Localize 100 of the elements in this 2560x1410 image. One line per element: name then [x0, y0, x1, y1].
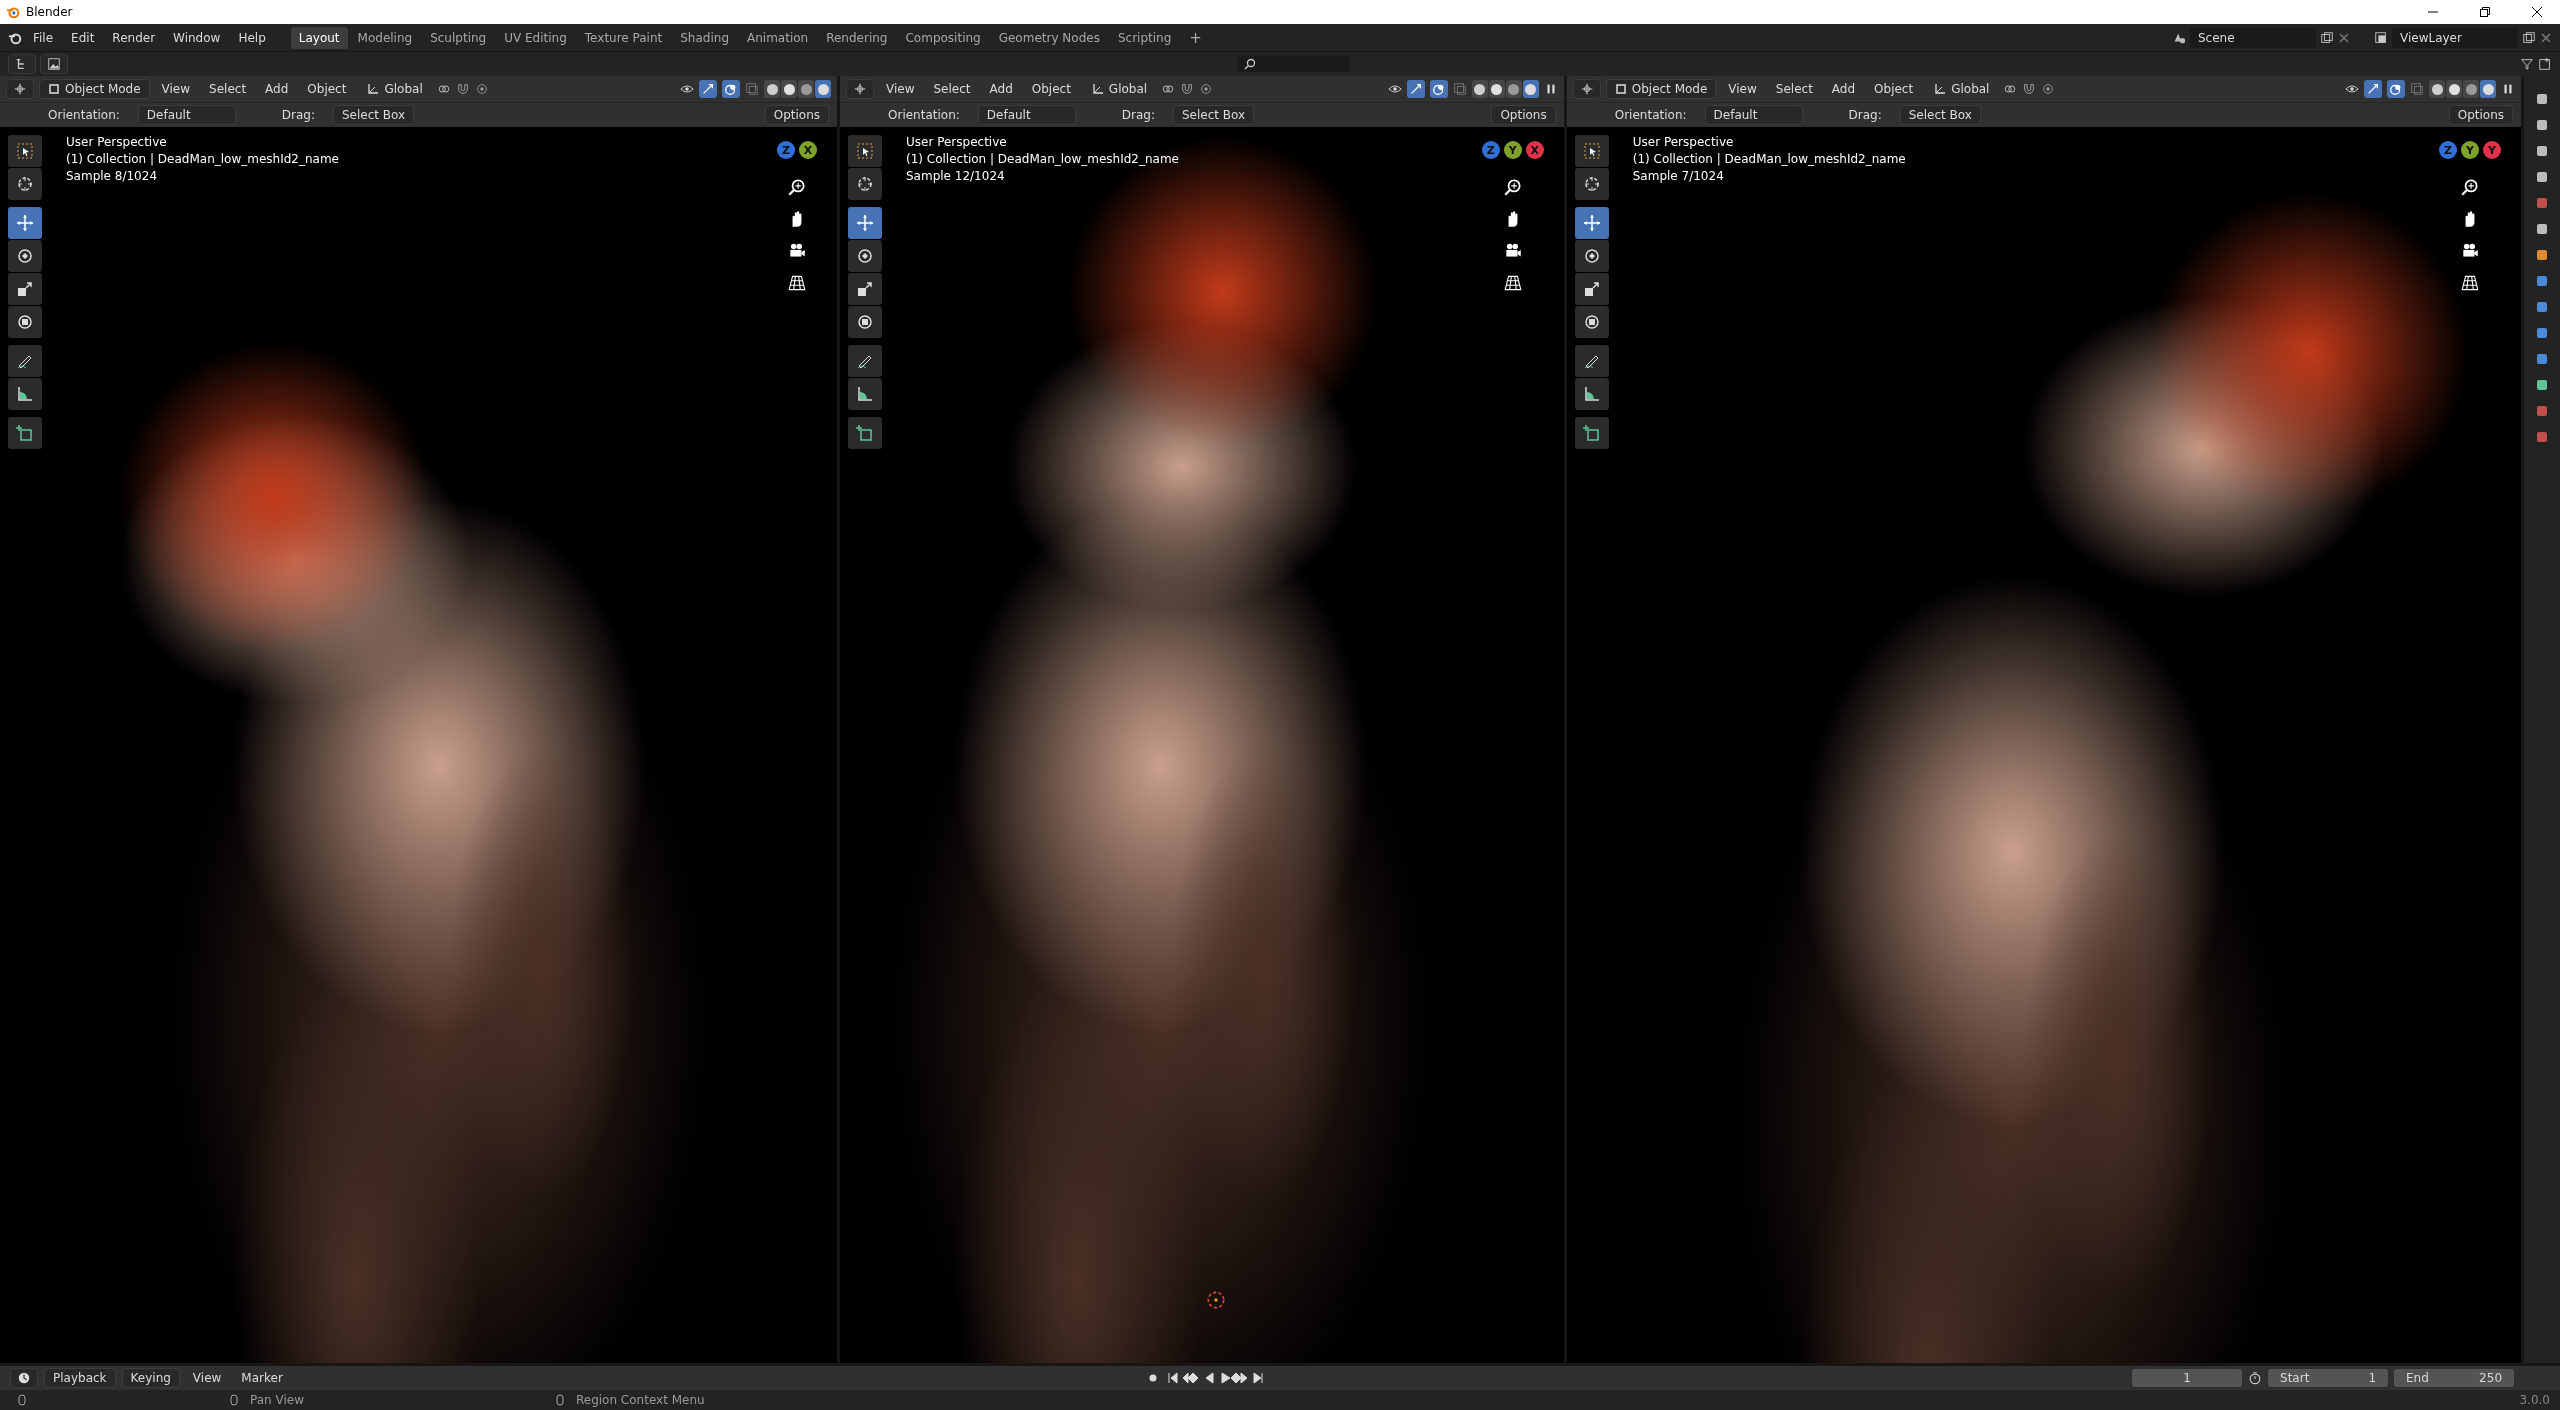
close-icon[interactable]	[2531, 6, 2543, 18]
grid-icon[interactable]	[1502, 273, 1523, 293]
shading-mode-button[interactable]	[1488, 80, 1505, 98]
options-dropdown[interactable]: Options	[764, 105, 829, 125]
link-icon[interactable]	[1161, 82, 1176, 96]
workspace-tab[interactable]: Scripting	[1109, 26, 1180, 49]
workspace-tab[interactable]: Compositing	[897, 26, 989, 49]
menu-item[interactable]: Object	[300, 79, 354, 99]
shading-mode-button[interactable]	[1522, 80, 1539, 98]
tool-button[interactable]	[1574, 207, 1609, 239]
copy-icon[interactable]	[2522, 30, 2536, 45]
tool-button[interactable]	[1574, 417, 1609, 449]
menu-item[interactable]: View	[879, 79, 922, 99]
tool-button[interactable]	[1574, 168, 1609, 200]
drag-dropdown[interactable]: Select Box	[333, 105, 415, 125]
shading-mode-button[interactable]	[2480, 80, 2496, 98]
menu-item[interactable]: Keying	[121, 1368, 180, 1388]
image-button[interactable]	[40, 54, 68, 74]
tool-button[interactable]	[8, 306, 42, 338]
workspace-tab[interactable]: UV Editing	[496, 26, 575, 49]
tool-button[interactable]	[1574, 306, 1609, 338]
workspace-tab[interactable]: Sculpting	[422, 26, 495, 49]
menu-item[interactable]: View	[1721, 79, 1764, 99]
grid-icon[interactable]	[2460, 273, 2480, 293]
orientation-dropdown[interactable]: Global	[1082, 79, 1157, 99]
new-window-icon[interactable]	[2538, 57, 2552, 71]
editor-type-button[interactable]	[1572, 79, 1601, 99]
mode-dropdown[interactable]: Object Mode	[39, 79, 150, 99]
visibility-icon[interactable]	[2345, 82, 2359, 96]
drag-dropdown[interactable]: Select Box	[1899, 105, 1981, 125]
shading-mode-button[interactable]	[764, 80, 780, 98]
gizmo-toggle[interactable]	[1406, 80, 1425, 98]
mode-dropdown[interactable]: Object Mode	[1605, 79, 1717, 99]
shading-mode-button[interactable]	[2446, 80, 2462, 98]
workspace-tab[interactable]: Shading	[672, 26, 737, 49]
zoom-icon[interactable]	[787, 177, 807, 197]
tool-button[interactable]	[848, 273, 882, 305]
grid-icon[interactable]	[787, 273, 807, 293]
tool-button[interactable]	[848, 306, 882, 338]
menu-item[interactable]: Select	[1768, 79, 1820, 99]
menu-item[interactable]: Render	[105, 27, 163, 48]
scene-field[interactable]: Scene	[2190, 27, 2316, 48]
menu-item[interactable]: Add	[1824, 79, 1863, 99]
zoom-icon[interactable]	[2460, 177, 2480, 197]
options-dropdown[interactable]: Options	[2448, 105, 2513, 125]
menu-item[interactable]: Object	[1024, 79, 1078, 99]
orientation-dropdown[interactable]: Default	[977, 105, 1076, 125]
gizmo-toggle[interactable]	[2364, 80, 2382, 98]
visibility-icon[interactable]	[1387, 82, 1402, 96]
orientation-dropdown[interactable]: Global	[1925, 79, 1999, 99]
workspace-tab[interactable]: Modeling	[349, 26, 421, 49]
add-workspace-button[interactable]: +	[1181, 28, 1210, 47]
orientation-dropdown[interactable]: Global	[358, 79, 432, 99]
workspace-tab[interactable]: Animation	[739, 26, 817, 49]
overlay-toggle[interactable]	[2387, 80, 2405, 98]
tool-button[interactable]	[8, 378, 42, 410]
shading-mode-button[interactable]	[2429, 80, 2445, 98]
xray-icon[interactable]	[2410, 82, 2424, 96]
end-frame-field[interactable]: End 250	[2394, 1369, 2514, 1387]
options-dropdown[interactable]: Options	[1491, 105, 1556, 125]
workspace-tab[interactable]: Layout	[290, 26, 348, 49]
view-layer-field[interactable]: ViewLayer	[2392, 27, 2518, 48]
menu-item[interactable]: View	[154, 79, 198, 99]
xray-icon[interactable]	[745, 82, 759, 96]
menu-item[interactable]: Edit	[64, 27, 102, 48]
xray-icon[interactable]	[1452, 82, 1467, 96]
restore-icon[interactable]	[2479, 6, 2491, 18]
axis-gizmo[interactable]: Z Y Y	[2433, 135, 2507, 165]
editor-type-button[interactable]	[10, 1368, 38, 1388]
tool-button[interactable]	[8, 168, 42, 200]
layers-icon[interactable]	[2374, 30, 2388, 45]
link-icon[interactable]	[436, 82, 451, 96]
tool-button[interactable]	[1574, 273, 1609, 305]
workspace-tab[interactable]: Rendering	[818, 26, 896, 49]
proportional-icon[interactable]	[2041, 82, 2056, 96]
menu-item[interactable]: Select	[202, 79, 254, 99]
overlay-toggle[interactable]	[1429, 80, 1448, 98]
tool-button[interactable]	[8, 345, 42, 377]
tool-button[interactable]	[848, 378, 882, 410]
search-field[interactable]	[1238, 56, 1350, 72]
shading-mode-button[interactable]	[815, 80, 831, 98]
zoom-icon[interactable]	[1502, 177, 1523, 197]
shading-mode-button[interactable]	[1505, 80, 1522, 98]
shading-mode-button[interactable]	[1471, 80, 1488, 98]
tool-button[interactable]	[1574, 240, 1609, 272]
tool-button[interactable]	[1574, 378, 1609, 410]
tool-button[interactable]	[848, 240, 882, 272]
gizmo-toggle[interactable]	[699, 80, 717, 98]
menu-item[interactable]: Marker	[234, 1368, 290, 1388]
menu-item[interactable]: Object	[1867, 79, 1921, 99]
tool-button[interactable]	[848, 345, 882, 377]
overlay-toggle[interactable]	[722, 80, 740, 98]
magnet-icon[interactable]	[1180, 82, 1195, 96]
current-frame-field[interactable]: 1	[2132, 1369, 2242, 1387]
editor-type-button[interactable]	[846, 79, 874, 99]
orientation-dropdown[interactable]: Default	[137, 105, 236, 125]
shading-mode-button[interactable]	[781, 80, 797, 98]
outliner-button[interactable]	[8, 54, 36, 74]
tool-button[interactable]	[8, 273, 42, 305]
orientation-dropdown[interactable]: Default	[1704, 105, 1803, 125]
